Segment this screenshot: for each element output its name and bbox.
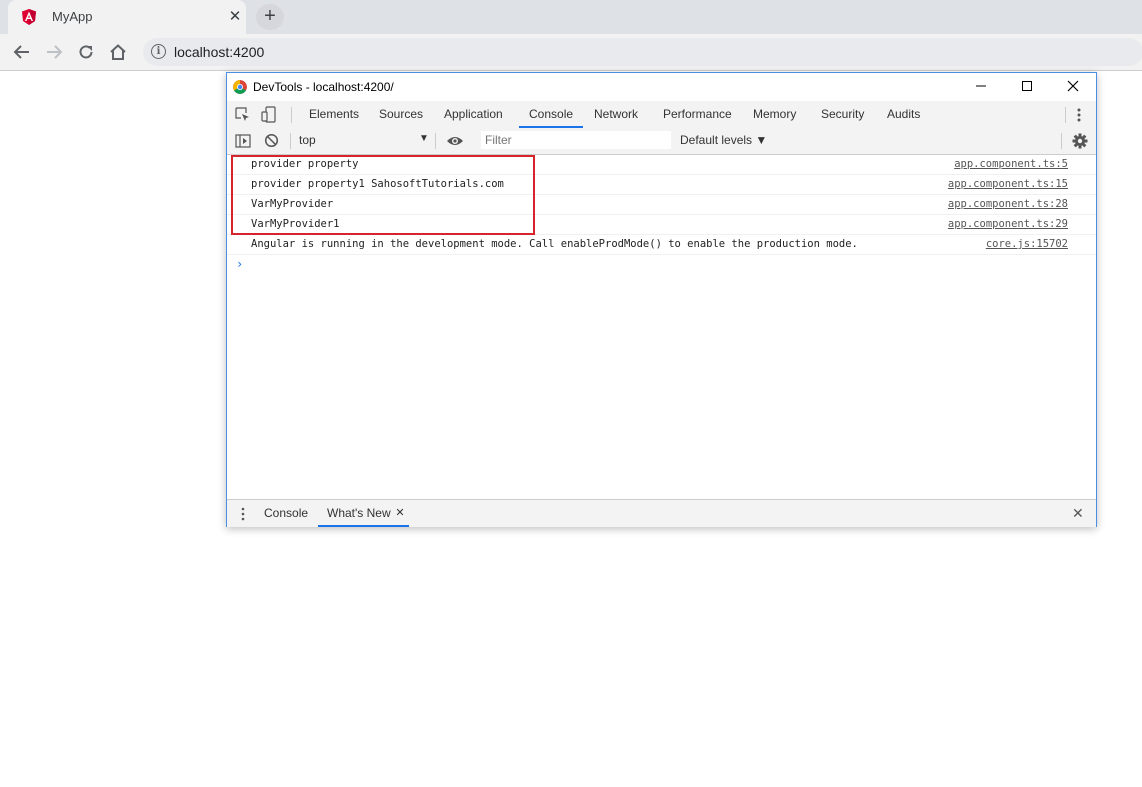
close-tab-icon[interactable]: ✕ [395,500,404,527]
log-source-link[interactable]: app.component.ts:15 [948,178,1068,190]
tab-security[interactable]: Security [821,101,864,128]
separator [290,133,291,149]
forward-icon[interactable] [44,43,64,61]
sidebar-toggle-icon[interactable] [235,133,251,152]
eye-icon[interactable] [446,134,464,151]
chrome-icon [233,80,247,94]
drawer-tab-console[interactable]: Console [264,500,308,527]
browser-tabstrip: MyApp ✕ + [0,0,1142,34]
devtools-drawer: Console What's New ✕ ✕ [227,499,1096,527]
separator [291,107,292,123]
tab-sources[interactable]: Sources [379,101,423,128]
chevron-down-icon[interactable]: ▼ [419,133,429,144]
log-row: provider property app.component.ts:5 [227,155,1096,175]
separator [1065,107,1066,123]
drawer-tab-whats-new[interactable]: What's New ✕ [318,500,409,527]
console-prompt[interactable]: › [236,257,243,271]
inspect-element-icon[interactable] [235,107,251,126]
context-select[interactable]: top [299,133,316,147]
browser-tab[interactable]: MyApp ✕ [8,0,246,34]
log-message: Angular is running in the development mo… [251,238,858,250]
reload-icon[interactable] [76,43,96,61]
clear-console-icon[interactable] [264,133,279,151]
address-bar[interactable]: i localhost:4200 [143,38,1142,66]
log-message: VarMyProvider [251,198,334,210]
log-source-link[interactable]: app.component.ts:5 [954,158,1068,170]
home-icon[interactable] [108,43,128,61]
devtools-tabbar: Elements Sources Application Console Net… [227,101,1096,129]
tab-close-icon[interactable]: ✕ [227,7,243,25]
log-row: Angular is running in the development mo… [227,235,1096,255]
drawer-menu-icon[interactable] [241,506,245,525]
filter-input[interactable] [481,131,671,149]
log-source-link[interactable]: core.js:15702 [986,238,1068,250]
console-toolbar: top ▼ Default levels ▼ [227,128,1096,155]
drawer-tab-label: What's New [327,506,391,520]
maximize-button[interactable] [1004,77,1050,97]
new-tab-button[interactable]: + [256,4,284,30]
log-message: provider property [251,158,359,170]
more-options-icon[interactable] [1076,107,1082,126]
devtools-titlebar: DevTools - localhost:4200/ [227,73,1096,101]
devtools-window: DevTools - localhost:4200/ Elements Sour… [226,72,1097,527]
browser-toolbar: i localhost:4200 [0,34,1142,71]
log-row: provider property1 SahosoftTutorials.com… [227,175,1096,195]
log-row: VarMyProvider1 app.component.ts:29 [227,215,1096,235]
console-output[interactable]: provider property app.component.ts:5 pro… [227,155,1096,499]
separator [1061,133,1062,149]
tab-elements[interactable]: Elements [309,101,359,128]
log-source-link[interactable]: app.component.ts:29 [948,218,1068,230]
angular-icon [22,9,36,25]
tab-application[interactable]: Application [444,101,503,128]
log-message: VarMyProvider1 [251,218,340,230]
separator [435,133,436,149]
devtools-title: DevTools - localhost:4200/ [253,80,394,94]
log-message: provider property1 SahosoftTutorials.com [251,178,504,190]
tab-console[interactable]: Console [519,101,584,128]
tab-network[interactable]: Network [594,101,638,128]
info-icon[interactable]: i [151,44,166,59]
gear-icon[interactable] [1072,133,1088,152]
log-row: VarMyProvider app.component.ts:28 [227,195,1096,215]
device-toolbar-icon[interactable] [261,106,277,126]
default-levels-dropdown[interactable]: Default levels ▼ [680,133,767,147]
close-drawer-icon[interactable]: ✕ [1072,500,1084,527]
log-source-link[interactable]: app.component.ts:28 [948,198,1068,210]
tab-title: MyApp [52,9,93,24]
tab-memory[interactable]: Memory [753,101,796,128]
tab-audits[interactable]: Audits [887,101,920,128]
close-window-button[interactable] [1050,77,1096,97]
minimize-button[interactable] [958,77,1004,97]
tab-performance[interactable]: Performance [663,101,732,128]
back-icon[interactable] [12,43,32,61]
url-text[interactable]: localhost:4200 [174,44,264,60]
